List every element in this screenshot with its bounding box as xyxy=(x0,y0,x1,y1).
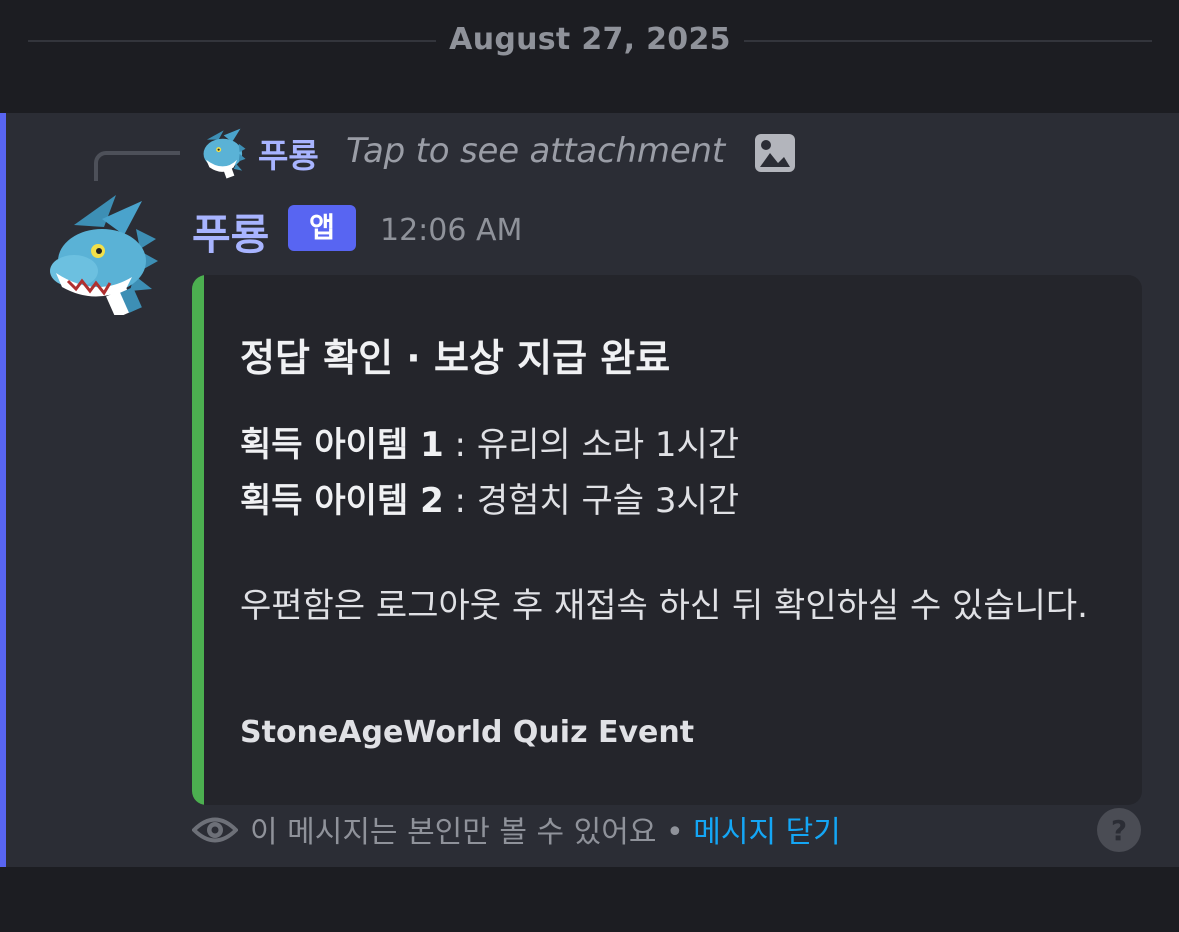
app-badge: 앱 xyxy=(288,205,356,251)
embed-footer: StoneAgeWorld Quiz Event xyxy=(240,715,695,750)
message[interactable]: 푸룡 Tap to see attachment 푸룡 앱 12:06 AM 정… xyxy=(0,113,1179,867)
reply-avatar[interactable] xyxy=(196,127,248,179)
embed-title: 정답 확인 · 보상 지급 완료 xyxy=(240,336,671,380)
embed-field-item-2: 획득 아이템 2 : 경험치 구슬 3시간 xyxy=(240,473,739,522)
embed-description: 우편함은 로그아웃 후 재접속 하신 뒤 확인하실 수 있습니다. xyxy=(240,586,1088,626)
dismiss-message-link[interactable]: 메시지 닫기 xyxy=(693,815,841,850)
eye-icon xyxy=(191,811,239,849)
chat-view: August 27, 2025 푸룡 Tap to see attachment xyxy=(0,0,1179,932)
mention-highlight-bar xyxy=(0,113,6,867)
embed-field-item-1: 획득 아이템 1 : 유리의 소라 1시간 xyxy=(240,417,739,466)
date-divider: August 27, 2025 xyxy=(0,0,1179,84)
svg-text:?: ? xyxy=(1111,814,1127,847)
timestamp: 12:06 AM xyxy=(380,213,523,248)
date-label: August 27, 2025 xyxy=(449,22,731,57)
reply-author[interactable]: 푸룡 xyxy=(258,129,319,177)
divider-line-left xyxy=(28,40,436,42)
author-name[interactable]: 푸룡 xyxy=(192,201,269,262)
item-value: 경험치 구슬 3시간 xyxy=(476,481,740,521)
image-icon xyxy=(754,133,796,173)
avatar[interactable] xyxy=(46,191,158,319)
embed-color-bar xyxy=(192,275,204,805)
divider-line-right xyxy=(744,40,1152,42)
item-separator: : xyxy=(443,481,477,521)
help-icon[interactable]: ? xyxy=(1096,807,1142,853)
notice-text: 이 메시지는 본인만 볼 수 있어요 • 메시지 닫기 xyxy=(250,807,841,851)
notice-label: 이 메시지는 본인만 볼 수 있어요 • xyxy=(250,815,694,850)
dragon-avatar-icon xyxy=(203,128,246,179)
dragon-avatar-icon xyxy=(50,195,158,319)
embed: 정답 확인 · 보상 지급 완료 획득 아이템 1 : 유리의 소라 1시간 획… xyxy=(192,275,1142,805)
reply-preview-text[interactable]: Tap to see attachment xyxy=(346,131,725,171)
item-value: 유리의 소라 1시간 xyxy=(476,425,740,465)
item-label: 획득 아이템 1 xyxy=(240,425,444,465)
reply-spine xyxy=(94,151,180,181)
item-label: 획득 아이템 2 xyxy=(240,481,444,521)
item-separator: : xyxy=(443,425,477,465)
